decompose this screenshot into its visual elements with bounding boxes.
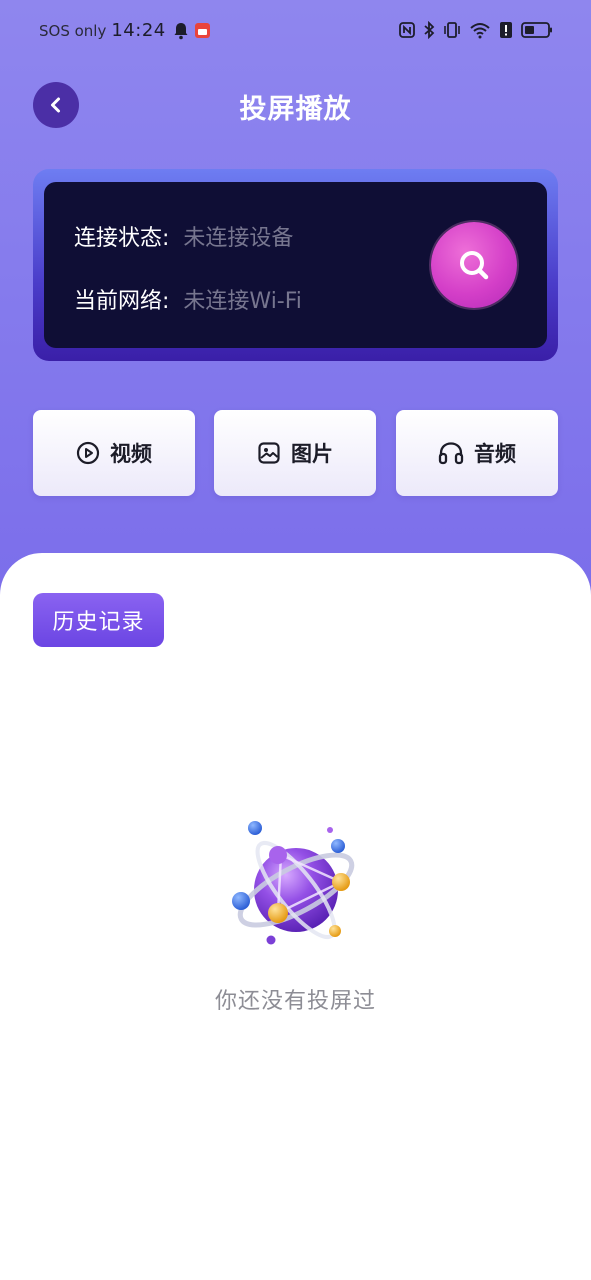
- clock: 14:24: [111, 20, 166, 41]
- network-value: 未连接Wi-Fi: [183, 289, 302, 314]
- battery-icon: [521, 22, 552, 38]
- network-label: 当前网络:: [74, 289, 170, 314]
- nfc-icon: [399, 22, 415, 38]
- search-icon: [460, 251, 489, 280]
- bell-icon: [174, 22, 188, 39]
- history-panel: 历史记录 你还没有投屏过: [0, 553, 591, 1280]
- connection-status-value: 未连接设备: [183, 226, 294, 251]
- headphones-icon: [438, 442, 464, 465]
- image-button[interactable]: 图片: [214, 410, 376, 496]
- empty-state-text: 你还没有投屏过: [214, 989, 376, 1014]
- video-button[interactable]: 视频: [33, 410, 195, 496]
- bluetooth-icon: [424, 21, 435, 39]
- connection-card-inner: 连接状态: 未连接设备 当前网络: 未连接Wi-Fi: [44, 182, 547, 348]
- planet-icon: [232, 821, 355, 945]
- app-notification-icon: [194, 23, 210, 38]
- image-button-label: 图片: [291, 442, 333, 466]
- status-bar: SOS only 14:24: [0, 0, 591, 66]
- connection-card: 连接状态: 未连接设备 当前网络: 未连接Wi-Fi: [33, 169, 558, 361]
- history-tab[interactable]: 历史记录: [33, 593, 164, 647]
- connection-status-row: 连接状态: 未连接设备: [74, 220, 293, 252]
- video-button-label: 视频: [110, 442, 152, 466]
- carrier-text: SOS only: [39, 21, 107, 40]
- audio-button-label: 音频: [474, 442, 516, 466]
- network-row: 当前网络: 未连接Wi-Fi: [74, 283, 302, 315]
- page-title: 投屏播放: [239, 94, 352, 125]
- search-device-button[interactable]: [431, 222, 517, 308]
- vibrate-icon: [444, 22, 460, 38]
- image-icon: [258, 442, 280, 464]
- play-circle-icon: [76, 441, 100, 465]
- connection-status-label: 连接状态:: [74, 226, 170, 251]
- audio-button[interactable]: 音频: [396, 410, 558, 496]
- alert-icon: [500, 22, 512, 38]
- status-bar-right: [399, 21, 553, 39]
- status-bar-left: SOS only 14:24: [39, 20, 210, 41]
- wifi-icon: [470, 23, 490, 39]
